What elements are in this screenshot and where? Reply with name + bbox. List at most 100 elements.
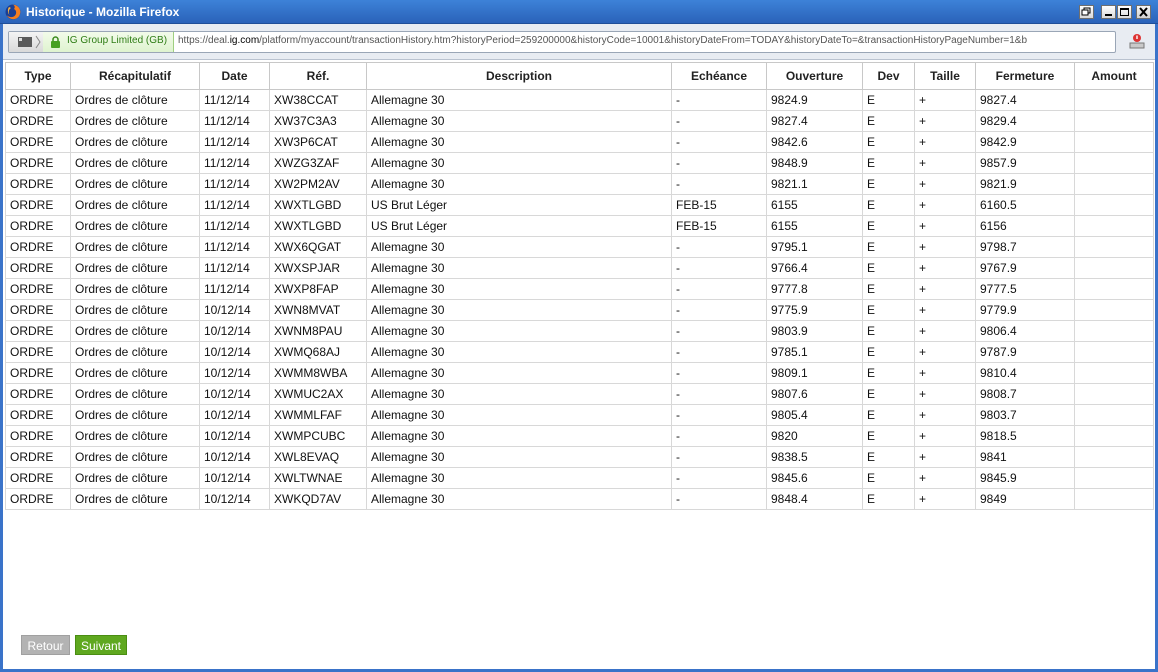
cell-size: + [914, 131, 927, 153]
table-row[interactable]: ORDRE Ordres de clôture 11/12/14 XW2PM2AV Al… [5, 173, 1154, 195]
table-row[interactable]: ORDRE Ordres de clôture 10/12/14 XWMQ68AJ Al… [5, 341, 1154, 363]
cell-spacer [448, 173, 672, 195]
column-header-type[interactable]: Type [5, 62, 71, 90]
table-row[interactable]: ORDRE Ordres de clôture 10/12/14 XWKQD7AV Al… [5, 488, 1154, 510]
column-header-ref[interactable]: Réf. [269, 62, 367, 90]
cell-currency: E [862, 341, 915, 363]
cell-amount [1074, 446, 1154, 468]
cell-type: ORDRE [5, 236, 71, 258]
url-text[interactable]: https://deal.ig.com/platform/myaccount/t… [178, 35, 1108, 46]
cell-currency: E [862, 236, 915, 258]
url-prefix: https://deal. [178, 35, 230, 46]
cell-spacer [958, 488, 976, 510]
tab-groups-icon[interactable] [9, 32, 44, 52]
cell-ref: XW38CCAT [269, 89, 367, 111]
cell-spacer [926, 152, 959, 174]
close-icon[interactable] [1136, 5, 1151, 19]
cell-expiry: - [671, 89, 767, 111]
cell-expiry: - [671, 341, 767, 363]
cell-expiry: - [671, 131, 767, 153]
cell-date: 11/12/14 [199, 194, 270, 216]
cell-description: US Brut Léger [366, 215, 449, 237]
cell-summary: Ordres de clôture [70, 425, 200, 447]
column-header-size[interactable]: Taille [914, 62, 976, 90]
cell-date: 11/12/14 [199, 152, 270, 174]
cell-date: 11/12/14 [199, 236, 270, 258]
cell-spacer [926, 215, 959, 237]
column-header-expiry[interactable]: Echéance [671, 62, 767, 90]
cell-summary: Ordres de clôture [70, 446, 200, 468]
cell-closing: 9803.7 [975, 404, 1075, 426]
cell-date: 10/12/14 [199, 488, 270, 510]
cell-spacer [926, 446, 959, 468]
cell-amount [1074, 236, 1154, 258]
table-row[interactable]: ORDRE Ordres de clôture 10/12/14 XWN8MVAT Al… [5, 299, 1154, 321]
column-header-description[interactable]: Description [366, 62, 672, 90]
cell-size: + [914, 425, 927, 447]
table-row[interactable]: ORDRE Ordres de clôture 10/12/14 XWL8EVAQ Al… [5, 446, 1154, 468]
table-row[interactable]: ORDRE Ordres de clôture 10/12/14 XWMMLFAF Al… [5, 404, 1154, 426]
table-row[interactable]: ORDRE Ordres de clôture 10/12/14 XWMUC2AX Al… [5, 383, 1154, 405]
table-row[interactable]: ORDRE Ordres de clôture 11/12/14 XWXTLGBD US… [5, 194, 1154, 216]
column-header-date[interactable]: Date [199, 62, 270, 90]
cell-type: ORDRE [5, 299, 71, 321]
cell-currency: E [862, 173, 915, 195]
cell-opening: 9766.4 [766, 257, 863, 279]
cell-currency: E [862, 488, 915, 510]
cell-ref: XWN8MVAT [269, 299, 367, 321]
next-page-button[interactable]: Suivant [75, 635, 127, 655]
site-identity-button[interactable]: IG Group Limited (GB) [43, 32, 175, 52]
cell-summary: Ordres de clôture [70, 215, 200, 237]
navigation-bar: IG Group Limited (GB) https://deal.ig.co… [3, 24, 1155, 60]
previous-page-button[interactable]: Retour [21, 635, 70, 655]
cell-date: 10/12/14 [199, 341, 270, 363]
table-row[interactable]: ORDRE Ordres de clôture 11/12/14 XWXTLGBD US… [5, 215, 1154, 237]
cell-closing: 9827.4 [975, 89, 1075, 111]
restore-icon[interactable] [1079, 5, 1094, 19]
cell-opening: 9807.6 [766, 383, 863, 405]
cell-description: Allemagne 30 [366, 383, 449, 405]
table-row[interactable]: ORDRE Ordres de clôture 11/12/14 XWZG3ZAF Al… [5, 152, 1154, 174]
cell-currency: E [862, 89, 915, 111]
cell-amount [1074, 425, 1154, 447]
cell-spacer [448, 257, 672, 279]
table-row[interactable]: ORDRE Ordres de clôture 11/12/14 XW3P6CAT Al… [5, 131, 1154, 153]
cell-type: ORDRE [5, 404, 71, 426]
cell-spacer [958, 131, 976, 153]
cell-amount [1074, 110, 1154, 132]
url-bar[interactable]: IG Group Limited (GB) https://deal.ig.co… [8, 31, 1116, 53]
cell-opening: 9824.9 [766, 89, 863, 111]
table-row[interactable]: ORDRE Ordres de clôture 11/12/14 XW37C3A3 Al… [5, 110, 1154, 132]
maximize-icon[interactable] [1117, 5, 1132, 19]
addon-notification-icon[interactable] [1128, 32, 1146, 50]
cell-spacer [448, 89, 672, 111]
table-row[interactable]: ORDRE Ordres de clôture 10/12/14 XWMPCUBC Al… [5, 425, 1154, 447]
column-header-amount[interactable]: Amount [1074, 62, 1154, 90]
table-row[interactable]: ORDRE Ordres de clôture 11/12/14 XW38CCAT Al… [5, 89, 1154, 111]
cell-date: 11/12/14 [199, 257, 270, 279]
column-header-closing[interactable]: Fermeture [975, 62, 1075, 90]
table-row[interactable]: ORDRE Ordres de clôture 10/12/14 XWMM8WBA Al… [5, 362, 1154, 384]
table-row[interactable]: ORDRE Ordres de clôture 11/12/14 XWXSPJAR Al… [5, 257, 1154, 279]
table-row[interactable]: ORDRE Ordres de clôture 10/12/14 XWLTWNAE Al… [5, 467, 1154, 489]
table-row[interactable]: ORDRE Ordres de clôture 11/12/14 XWXP8FAP Al… [5, 278, 1154, 300]
window-titlebar[interactable]: Historique - Mozilla Firefox [0, 0, 1158, 24]
cell-opening: 9848.9 [766, 152, 863, 174]
cell-spacer [448, 425, 672, 447]
transaction-history-panel: Type Récapitulatif Date Réf. Description… [3, 60, 1155, 669]
cell-summary: Ordres de clôture [70, 257, 200, 279]
cell-expiry: FEB-15 [671, 194, 767, 216]
table-row[interactable]: ORDRE Ordres de clôture 11/12/14 XWX6QGAT Al… [5, 236, 1154, 258]
minimize-icon[interactable] [1101, 5, 1116, 19]
column-header-currency[interactable]: Dev [862, 62, 915, 90]
column-header-summary[interactable]: Récapitulatif [70, 62, 200, 90]
table-row[interactable]: ORDRE Ordres de clôture 10/12/14 XWNM8PAU Al… [5, 320, 1154, 342]
cell-description: Allemagne 30 [366, 404, 449, 426]
cell-spacer [958, 215, 976, 237]
cell-ref: XWMUC2AX [269, 383, 367, 405]
cell-size: + [914, 341, 927, 363]
cell-type: ORDRE [5, 278, 71, 300]
column-header-opening[interactable]: Ouverture [766, 62, 863, 90]
cell-ref: XWNM8PAU [269, 320, 367, 342]
cell-type: ORDRE [5, 89, 71, 111]
